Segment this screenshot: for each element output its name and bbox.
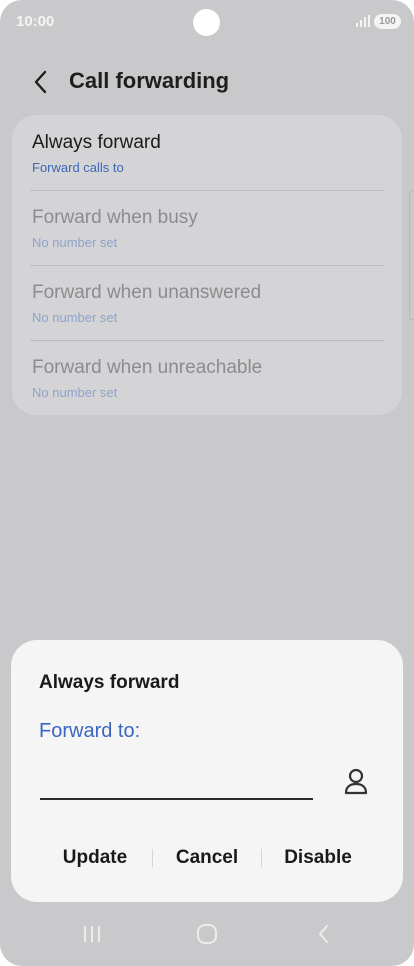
list-item-title: Forward when unanswered [32, 282, 262, 303]
screen: 10:00 100 Call forwarding Always forward… [0, 0, 414, 966]
status-time: 10:00 [16, 13, 55, 30]
list-item-forward-when-busy[interactable]: Forward when busy No number set [32, 190, 384, 265]
forward-to-label: Forward to: [39, 720, 141, 742]
button-separator [261, 849, 262, 867]
dialog-title: Always forward [39, 672, 180, 693]
navigation-bar [0, 906, 414, 966]
list-item-subtitle: No number set [32, 235, 118, 250]
list-item-subtitle: No number set [32, 310, 118, 325]
app-header: Call forwarding [0, 60, 414, 104]
list-item-forward-when-unreachable[interactable]: Forward when unreachable No number set [32, 340, 384, 415]
forwarding-options-card: Always forward Forward calls to Forward … [12, 115, 402, 415]
chevron-left-icon[interactable] [30, 68, 52, 96]
front-camera [193, 9, 220, 36]
always-forward-dialog: Always forward Forward to: Update Cancel… [11, 640, 403, 902]
list-item-title: Forward when unreachable [32, 357, 263, 378]
list-item-title: Forward when busy [32, 207, 198, 228]
list-item-always-forward[interactable]: Always forward Forward calls to [32, 115, 384, 190]
button-separator [152, 849, 153, 867]
list-item-title: Always forward [32, 132, 161, 153]
battery-icon: 100 [374, 14, 401, 29]
scroll-indicator[interactable] [409, 190, 414, 320]
back-nav-icon[interactable] [312, 922, 336, 946]
signal-icon [356, 15, 370, 27]
cancel-button[interactable]: Cancel [157, 840, 257, 876]
dialog-button-row: Update Cancel Disable [11, 840, 403, 876]
recents-icon[interactable] [80, 922, 104, 946]
page-title: Call forwarding [69, 68, 230, 93]
list-item-forward-when-unanswered[interactable]: Forward when unanswered No number set [32, 265, 384, 340]
person-icon[interactable] [342, 767, 370, 797]
home-icon[interactable] [195, 922, 219, 946]
status-bar: 10:00 100 [0, 0, 414, 44]
list-item-subtitle: Forward calls to [32, 160, 124, 175]
forward-number-input[interactable] [40, 760, 313, 800]
update-button[interactable]: Update [45, 840, 145, 876]
list-item-subtitle: No number set [32, 385, 118, 400]
disable-button[interactable]: Disable [268, 840, 368, 876]
